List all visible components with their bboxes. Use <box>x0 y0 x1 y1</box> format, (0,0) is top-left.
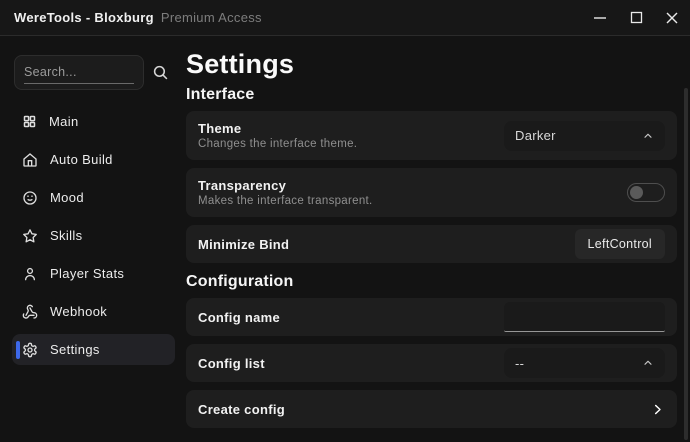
sidebar-item-label: Skills <box>50 228 83 243</box>
sidebar-item-skills[interactable]: Skills <box>12 220 175 251</box>
theme-label: Theme <box>198 121 242 136</box>
search-icon[interactable] <box>152 64 169 81</box>
sidebar-item-auto-build[interactable]: Auto Build <box>12 144 175 175</box>
config-list-label: Config list <box>198 355 265 371</box>
close-button[interactable] <box>654 0 690 36</box>
config-list-dropdown-value: -- <box>515 355 525 371</box>
vertical-scrollbar[interactable] <box>684 88 688 440</box>
chevron-right-icon <box>650 402 665 417</box>
titlebar: WereTools - Bloxburg Premium Access <box>0 0 690 36</box>
minimize-bind-row: Minimize Bind LeftControl <box>186 225 677 263</box>
theme-description: Changes the interface theme. <box>198 138 358 150</box>
transparency-row: Transparency Makes the interface transpa… <box>186 168 677 217</box>
sidebar-item-main[interactable]: Main <box>12 106 175 137</box>
sidebar-item-label: Player Stats <box>50 266 125 281</box>
transparency-row-text: Transparency Makes the interface transpa… <box>198 178 373 207</box>
app-title: WereTools - Bloxburg <box>14 10 154 25</box>
home-icon <box>22 152 38 168</box>
window-controls <box>582 0 690 35</box>
transparency-toggle[interactable] <box>627 183 665 202</box>
sidebar-item-label: Main <box>49 114 79 129</box>
search-input[interactable] <box>24 65 134 84</box>
page-title: Settings <box>186 49 295 79</box>
config-name-label: Config name <box>198 309 281 325</box>
search-box <box>14 55 144 90</box>
section-heading-configuration: Configuration <box>186 273 294 290</box>
maximize-button[interactable] <box>618 0 654 36</box>
sidebar-item-webhook[interactable]: Webhook <box>12 296 175 327</box>
minimize-bind-label: Minimize Bind <box>198 236 290 252</box>
sidebar-item-mood[interactable]: Mood <box>12 182 175 213</box>
settings-page: Settings Interface Theme Changes the int… <box>183 36 690 441</box>
create-config-row[interactable]: Create config <box>186 390 677 428</box>
transparency-label: Transparency <box>198 178 287 193</box>
minimize-bind-button[interactable]: LeftControl <box>574 229 665 259</box>
star-icon <box>22 228 38 244</box>
sidebar: Main Auto Build Mood <box>0 36 183 441</box>
create-config-label: Create config <box>198 401 285 417</box>
minimize-button[interactable] <box>582 0 618 36</box>
chevron-up-icon <box>642 357 654 369</box>
config-list-dropdown[interactable]: -- <box>504 348 665 378</box>
app-window: WereTools - Bloxburg Premium Access Sear… <box>0 0 690 442</box>
theme-row: Theme Changes the interface theme. Darke… <box>186 111 677 160</box>
grid-icon <box>22 114 37 129</box>
sidebar-item-label: Settings <box>50 342 100 357</box>
config-name-input[interactable] <box>504 302 665 332</box>
toggle-knob <box>630 185 643 199</box>
sidebar-item-label: Auto Build <box>50 152 113 167</box>
webhook-icon <box>22 304 38 320</box>
smiley-icon <box>22 190 38 206</box>
theme-dropdown[interactable]: Darker <box>504 120 665 151</box>
theme-row-text: Theme Changes the interface theme. <box>198 121 357 150</box>
premium-access-label: Premium Access <box>160 10 262 25</box>
titlebar-titles: WereTools - Bloxburg Premium Access <box>14 10 262 25</box>
chevron-up-icon <box>642 130 654 142</box>
minimize-icon <box>594 16 606 19</box>
person-icon <box>22 266 38 282</box>
config-name-row: Config name <box>186 298 677 336</box>
transparency-description: Makes the interface transparent. <box>198 195 373 207</box>
theme-dropdown-value: Darker <box>515 128 556 143</box>
maximize-icon <box>630 11 642 24</box>
sidebar-item-label: Mood <box>50 190 84 205</box>
sidebar-nav: Main Auto Build Mood Skills Player Stats… <box>0 106 183 365</box>
close-icon <box>666 12 678 23</box>
sidebar-item-player-stats[interactable]: Player Stats <box>12 258 175 289</box>
config-list-row: Config list -- <box>186 344 677 382</box>
gear-icon <box>22 342 38 358</box>
search-bar <box>14 55 169 90</box>
section-heading-interface: Interface <box>186 86 255 103</box>
sidebar-item-label: Webhook <box>50 304 108 319</box>
sidebar-item-settings[interactable]: Settings <box>12 334 175 365</box>
